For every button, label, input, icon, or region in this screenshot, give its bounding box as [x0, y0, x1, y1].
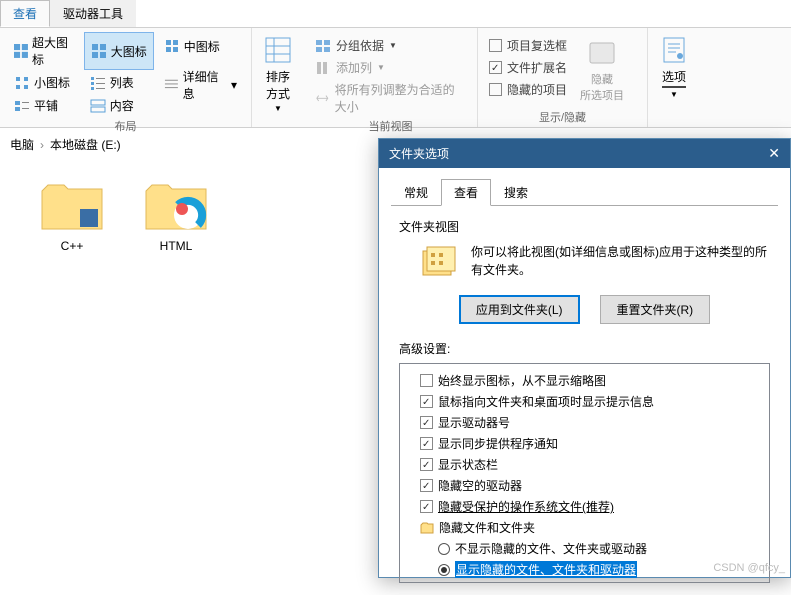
opt-always-icons[interactable]: 始终显示图标，从不显示缩略图	[404, 370, 765, 391]
overflow-icon: ▾	[231, 78, 237, 92]
group-label-current-view: 当前视图	[312, 116, 469, 134]
sort-label: 排序方式	[266, 68, 290, 102]
hide-label: 隐藏 所选项目	[580, 71, 624, 103]
options-icon	[658, 34, 690, 66]
label: 隐藏的项目	[507, 81, 567, 98]
details-icon	[164, 77, 179, 93]
chevron-down-icon: ▼	[377, 63, 385, 72]
folder-options-dialog: 文件夹选项 ✕ 常规 查看 搜索 文件夹视图 你可以将此视图(如详细信息或图标)…	[378, 138, 791, 578]
dialog-title: 文件夹选项	[389, 145, 449, 162]
opt-hide-empty[interactable]: 隐藏空的驱动器	[404, 475, 765, 496]
chevron-down-icon: ▼	[670, 90, 678, 99]
fit-columns-button[interactable]: 将所有列调整为合适的大小	[312, 80, 469, 116]
large-icons-icon	[91, 43, 107, 59]
checkbox-icon	[489, 83, 502, 96]
group-by-label: 分组依据	[336, 37, 384, 54]
opt-show-hidden[interactable]: 显示隐藏的文件、文件夹和驱动器	[404, 559, 765, 580]
advanced-settings-list[interactable]: 始终显示图标，从不显示缩略图 鼠标指向文件夹和桌面项时显示提示信息 显示驱动器号…	[399, 363, 770, 583]
hide-icon	[586, 37, 618, 69]
folder-label: HTML	[160, 239, 193, 253]
view-extra-large-icons[interactable]: 超大图标	[8, 32, 80, 70]
folder-views-icon	[419, 243, 459, 283]
view-details[interactable]: 详细信息 ▾	[158, 62, 243, 107]
options-label: 选项	[662, 68, 686, 88]
view-medium-icons[interactable]: 中图标	[158, 32, 243, 60]
medium-icons-icon	[164, 38, 180, 54]
sort-button[interactable]: 排序方式 ▼	[260, 32, 296, 115]
label: 文件扩展名	[507, 59, 567, 76]
apply-to-folders-button[interactable]: 应用到文件夹(L)	[459, 295, 580, 324]
folder-cpp[interactable]: C++	[40, 181, 104, 253]
folder-views-heading: 文件夹视图	[399, 218, 770, 235]
advanced-settings-label: 高级设置:	[399, 340, 770, 357]
opt-sync-notif[interactable]: 显示同步提供程序通知	[404, 433, 765, 454]
view-label: 小图标	[34, 74, 70, 91]
add-columns-icon	[315, 60, 331, 76]
close-icon[interactable]: ✕	[768, 145, 780, 162]
options-button[interactable]: 选项 ▼	[656, 32, 692, 101]
group-label-show-hide: 显示/隐藏	[486, 107, 639, 125]
view-list[interactable]: 列表	[84, 72, 154, 93]
view-tiles[interactable]: 平铺	[8, 95, 80, 116]
breadcrumb-drive[interactable]: 本地磁盘 (E:)	[50, 136, 121, 153]
fit-columns-label: 将所有列调整为合适的大小	[335, 81, 466, 115]
group-label-layout: 布局	[8, 116, 243, 134]
ribbon-tab-drive-tools[interactable]: 驱动器工具	[50, 0, 136, 27]
item-checkboxes-toggle[interactable]: 项目复选框	[486, 36, 570, 55]
checkbox-icon	[489, 39, 502, 52]
folder-icon	[144, 181, 208, 233]
checkbox-icon	[489, 61, 502, 74]
fit-columns-icon	[315, 90, 330, 106]
chevron-down-icon: ▼	[389, 41, 397, 50]
chevron-right-icon: ›	[40, 138, 44, 152]
folder-views-text: 你可以将此视图(如详细信息或图标)应用于这种类型的所有文件夹。	[471, 243, 770, 279]
tab-general[interactable]: 常规	[391, 179, 441, 206]
opt-tooltips[interactable]: 鼠标指向文件夹和桌面项时显示提示信息	[404, 391, 765, 412]
view-label: 列表	[110, 74, 134, 91]
tab-view[interactable]: 查看	[441, 179, 491, 206]
sort-icon	[262, 34, 294, 66]
hidden-items-toggle[interactable]: 隐藏的项目	[486, 80, 570, 99]
group-by-icon	[315, 38, 331, 54]
view-label: 内容	[110, 97, 134, 114]
view-label: 详细信息	[183, 68, 227, 102]
add-columns-label: 添加列	[336, 59, 372, 76]
view-label: 中图标	[184, 38, 220, 55]
list-icon	[90, 75, 106, 91]
folder-html[interactable]: HTML	[144, 181, 208, 253]
group-by-button[interactable]: 分组依据 ▼	[312, 36, 469, 55]
small-icons-icon	[14, 75, 30, 91]
reset-folders-button[interactable]: 重置文件夹(R)	[600, 295, 711, 324]
view-large-icons[interactable]: 大图标	[84, 32, 154, 70]
add-columns-button[interactable]: 添加列 ▼	[312, 58, 469, 77]
view-content[interactable]: 内容	[84, 95, 154, 116]
tab-search[interactable]: 搜索	[491, 179, 541, 206]
tiles-icon	[14, 98, 30, 114]
opt-hide-protected[interactable]: 隐藏受保护的操作系统文件(推荐)	[404, 496, 765, 517]
view-small-icons[interactable]: 小图标	[8, 72, 80, 93]
breadcrumb-pc[interactable]: 电脑	[10, 136, 34, 153]
file-ext-toggle[interactable]: 文件扩展名	[486, 58, 570, 77]
view-label: 大图标	[111, 43, 147, 60]
chevron-down-icon: ▼	[274, 104, 282, 113]
opt-hidden-folder-group: 隐藏文件和文件夹	[404, 517, 765, 538]
extra-large-icons-icon	[14, 43, 28, 59]
view-label: 超大图标	[32, 34, 74, 68]
folder-label: C++	[61, 239, 84, 253]
folder-icon	[40, 181, 104, 233]
folder-icon	[420, 521, 434, 535]
opt-drive-letters[interactable]: 显示驱动器号	[404, 412, 765, 433]
content-icon	[90, 98, 106, 114]
opt-dont-show-hidden[interactable]: 不显示隐藏的文件、文件夹或驱动器	[404, 538, 765, 559]
ribbon-tab-view[interactable]: 查看	[0, 0, 50, 27]
view-label: 平铺	[34, 97, 58, 114]
label: 项目复选框	[507, 37, 567, 54]
opt-status-bar[interactable]: 显示状态栏	[404, 454, 765, 475]
watermark: CSDN @qfcy_	[713, 562, 785, 574]
hide-selected-button[interactable]: 隐藏 所选项目	[574, 32, 630, 107]
